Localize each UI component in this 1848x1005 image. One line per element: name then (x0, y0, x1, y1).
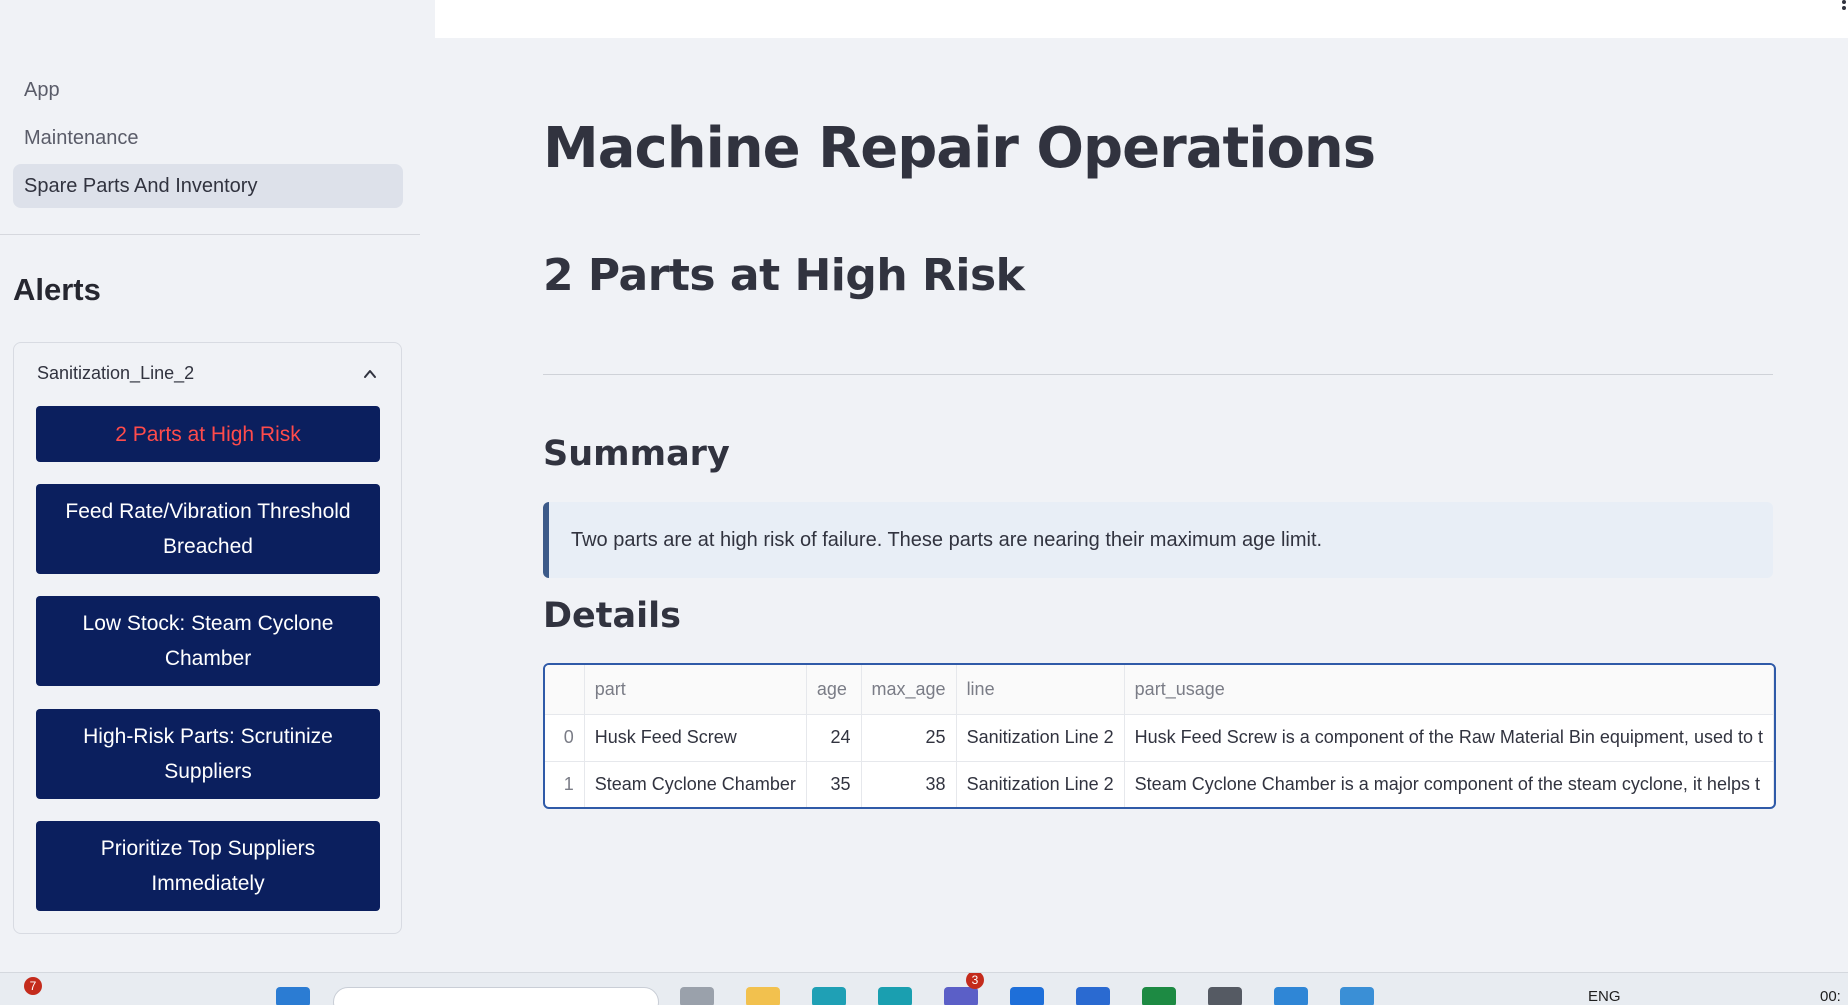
column-header-part[interactable]: part (584, 665, 807, 715)
teams-icon[interactable] (944, 987, 978, 1005)
row-index[interactable]: 0 (545, 714, 585, 762)
main-divider (543, 374, 1773, 375)
alert-button-low-stock[interactable]: Low Stock: Steam Cyclone Chamber (36, 596, 380, 686)
sidebar-item-maintenance[interactable]: Maintenance (13, 116, 403, 160)
app-icon[interactable] (1076, 987, 1110, 1005)
summary-heading: Summary (543, 434, 730, 474)
sidebar-item-spare-parts[interactable]: Spare Parts And Inventory (13, 164, 403, 208)
column-header-part-usage[interactable]: part_usage (1124, 665, 1774, 715)
table-header-row: part age max_age line part_usage (545, 665, 1774, 715)
edge-icon[interactable] (812, 987, 846, 1005)
cell-line[interactable]: Sanitization Line 2 (956, 714, 1125, 762)
cell-part-usage[interactable]: Steam Cyclone Chamber is a major compone… (1124, 761, 1774, 807)
alerts-heading: Alerts (13, 272, 101, 307)
cell-max-age[interactable]: 25 (861, 714, 957, 762)
cell-part-usage[interactable]: Husk Feed Screw is a component of the Ra… (1124, 714, 1774, 762)
excel-icon[interactable] (1142, 987, 1176, 1005)
table-row: 1 Steam Cyclone Chamber 35 38 Sanitizati… (545, 761, 1774, 807)
alerts-expander: Sanitization_Line_2 2 Parts at High Risk… (13, 342, 402, 934)
cell-part[interactable]: Husk Feed Screw (584, 714, 807, 762)
teams-badge: 3 (966, 973, 984, 989)
alert-button-scrutinize[interactable]: High-Risk Parts: Scrutinize Suppliers (36, 709, 380, 799)
summary-text: Two parts are at high risk of failure. T… (571, 528, 1323, 551)
alert-button-high-risk[interactable]: 2 Parts at High Risk (36, 406, 380, 462)
page-title: Machine Repair Operations (543, 116, 1376, 181)
row-index[interactable]: 1 (545, 761, 585, 807)
cell-part[interactable]: Steam Cyclone Chamber (584, 761, 807, 807)
top-header (435, 0, 1848, 38)
table-row: 0 Husk Feed Screw 24 25 Sanitization Lin… (545, 714, 1774, 762)
expander-title[interactable]: Sanitization_Line_2 (37, 363, 194, 384)
taskbar-search[interactable] (333, 987, 659, 1005)
alert-button-prioritize[interactable]: Prioritize Top Suppliers Immediately (36, 821, 380, 911)
sidebar-item-app[interactable]: App (13, 68, 403, 112)
cell-line[interactable]: Sanitization Line 2 (956, 761, 1125, 807)
vscode-icon[interactable] (1274, 987, 1308, 1005)
alert-button-threshold[interactable]: Feed Rate/Vibration Threshold Breached (36, 484, 380, 574)
os-taskbar: 7 3 ENG 00: (0, 972, 1848, 1005)
cell-max-age[interactable]: 38 (861, 761, 957, 807)
clock[interactable]: 00: (1820, 988, 1841, 1005)
column-header-max-age[interactable]: max_age (861, 665, 957, 715)
details-heading: Details (543, 596, 681, 636)
task-view-icon[interactable] (680, 987, 714, 1005)
chevron-up-icon[interactable] (363, 367, 377, 381)
app: App Maintenance Spare Parts And Inventor… (0, 0, 1848, 972)
edge-active-icon[interactable] (878, 987, 912, 1005)
start-icon[interactable] (276, 987, 310, 1005)
calendar-icon[interactable] (1340, 987, 1374, 1005)
alert-subtitle: 2 Parts at High Risk (543, 250, 1025, 301)
column-header-line[interactable]: line (956, 665, 1125, 715)
cell-age[interactable]: 35 (806, 761, 862, 807)
terminal-icon[interactable] (1208, 987, 1242, 1005)
details-table[interactable]: part age max_age line part_usage 0 Husk … (543, 663, 1776, 809)
more-options-icon[interactable] (1836, 0, 1848, 16)
file-explorer-icon[interactable] (746, 987, 780, 1005)
sidebar-divider (0, 234, 420, 235)
language-indicator[interactable]: ENG (1588, 988, 1621, 1005)
cell-age[interactable]: 24 (806, 714, 862, 762)
column-header-age[interactable]: age (806, 665, 862, 715)
column-header-index[interactable] (545, 665, 585, 715)
data-table: part age max_age line part_usage 0 Husk … (545, 665, 1774, 807)
sidebar-nav: App Maintenance Spare Parts And Inventor… (13, 68, 403, 212)
outlook-icon[interactable] (1010, 987, 1044, 1005)
notification-badge[interactable]: 7 (24, 977, 42, 995)
summary-info-box: Two parts are at high risk of failure. T… (543, 502, 1773, 578)
sidebar: App Maintenance Spare Parts And Inventor… (0, 0, 435, 972)
